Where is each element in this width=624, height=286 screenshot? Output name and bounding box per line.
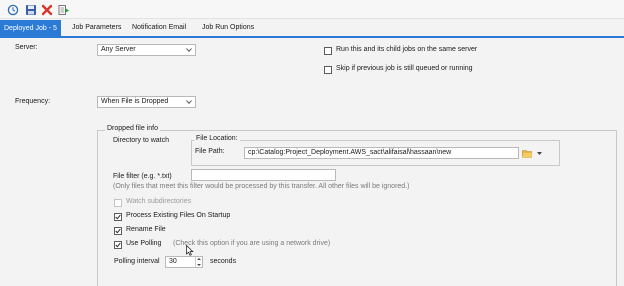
directory-to-watch-label: Directory to watch [113,137,170,144]
checkmark-icon [115,228,121,234]
skip-if-queued-checkbox[interactable] [324,66,332,74]
file-path-input[interactable]: cp:\Catalog:Project_Deployment.AWS_sact\… [244,147,519,159]
server-select[interactable]: Any Server [97,44,196,56]
tab-deployed-job[interactable]: Deployed Job - 5 [0,20,61,38]
file-filter-label: File filter (e.g. *.txt) [113,173,172,180]
use-polling-note: (Check this option if you are using a ne… [173,240,331,247]
file-location-title: File Location: [194,135,240,142]
watch-subdirectories-label: Watch subdirectories [126,198,192,205]
spin-down-icon[interactable] [197,264,201,266]
run-job-icon[interactable] [57,3,70,16]
rename-file-label: Rename File [126,226,166,233]
skip-if-queued-label: Skip if previous job is still queued or … [336,65,473,72]
process-existing-files-label: Process Existing Files On Startup [126,212,231,219]
use-polling-label: Use Polling [126,240,162,247]
checkmark-icon [115,214,121,220]
use-polling-checkbox[interactable] [114,241,122,249]
file-filter-note: (Only files that meet this filter would … [113,183,410,190]
file-path-label: File Path: [195,148,225,155]
checkmark-icon [115,242,121,248]
chevron-down-icon [185,97,193,107]
server-label: Server: [15,44,38,51]
polling-interval-spinner[interactable] [195,257,202,267]
tab-notification-email[interactable]: Notification Email [128,20,190,36]
process-existing-files-checkbox[interactable] [114,213,122,221]
tab-job-parameters[interactable]: Job Parameters [68,20,125,36]
history-icon[interactable] [6,3,19,16]
frequency-select[interactable]: When File is Dropped [97,96,196,108]
save-icon[interactable] [24,3,37,16]
spin-up-icon[interactable] [197,258,201,260]
polling-interval-value: 30 [169,258,177,265]
file-filter-input[interactable] [191,169,336,181]
mouse-cursor-icon [186,244,194,258]
frequency-label: Frequency: [15,98,51,105]
frequency-value: When File is Dropped [101,98,169,105]
run-child-jobs-checkbox[interactable] [324,47,332,55]
delete-icon[interactable] [40,3,53,16]
polling-interval-unit: seconds [210,258,237,265]
job-settings-panel: Server: Any Server Run this and its chil… [0,38,624,286]
dropped-file-info-title: Dropped file info [105,125,160,132]
tab-job-run-options[interactable]: Job Run Options [198,20,258,36]
watch-subdirectories-checkbox[interactable] [114,199,122,207]
path-options-dropdown-icon[interactable] [534,147,544,159]
rename-file-checkbox[interactable] [114,227,122,235]
server-value: Any Server [101,46,136,53]
toolbar [0,0,624,19]
tab-bar: Deployed Job - 5 Job Parameters Notifica… [0,20,624,38]
folder-open-icon[interactable] [521,147,533,159]
chevron-down-icon [185,45,193,55]
polling-interval-label: Polling interval [114,258,160,265]
polling-interval-input[interactable]: 30 [165,256,203,268]
run-child-jobs-label: Run this and its child jobs on the same … [336,46,478,53]
